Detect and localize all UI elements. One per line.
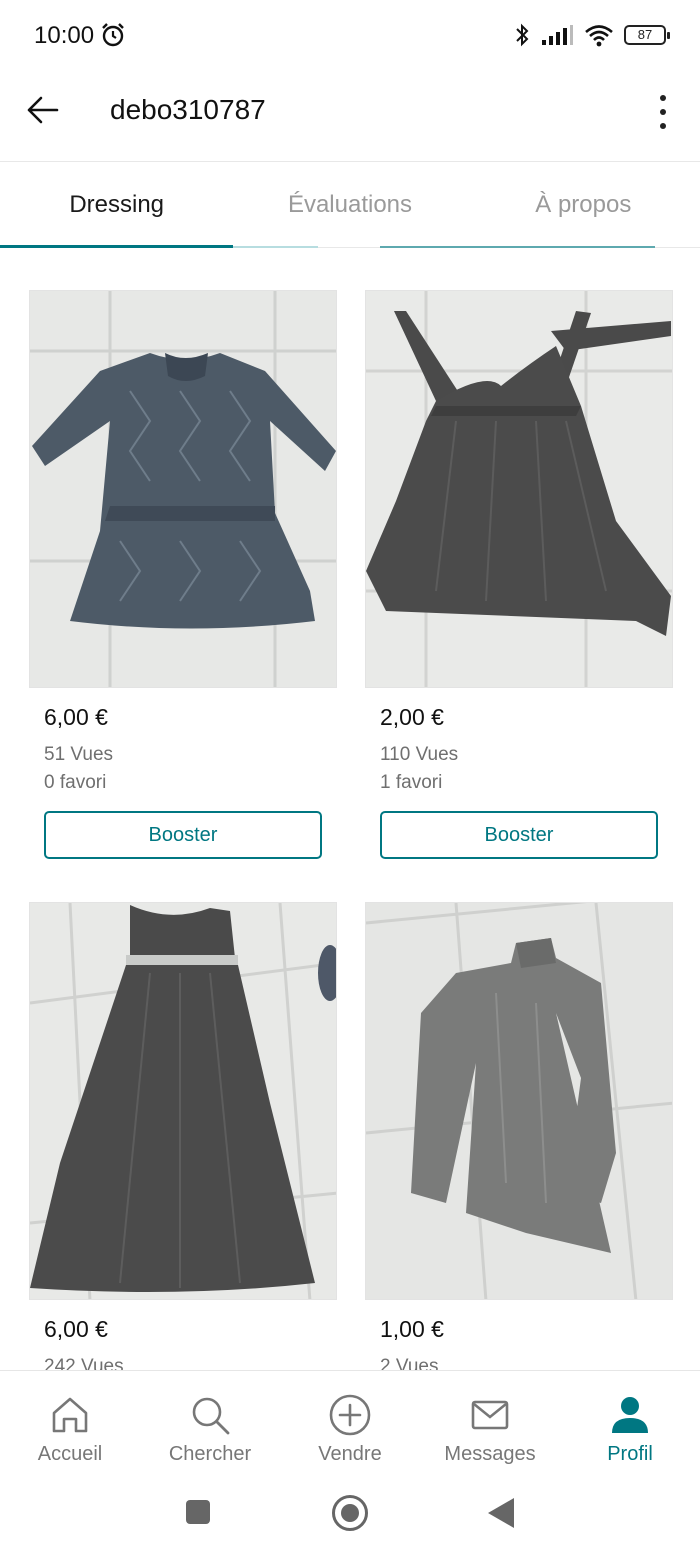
app-header: debo310787 (0, 70, 700, 162)
nav-label: Accueil (37, 1443, 103, 1465)
wifi-icon (585, 25, 613, 47)
nav-label: Profil (607, 1443, 653, 1465)
item-photo[interactable] (365, 290, 673, 688)
alarm-icon (102, 23, 124, 47)
nav-accueil[interactable]: Accueil (0, 1371, 140, 1482)
page-title: debo310787 (110, 94, 266, 125)
signal-icon (542, 25, 573, 45)
system-back-button[interactable] (488, 1498, 514, 1528)
recents-button[interactable] (186, 1500, 210, 1524)
plus-circle-icon (329, 1394, 371, 1436)
item-favorites: 0 favori (44, 772, 107, 793)
item-price: 1,00 € (380, 1316, 444, 1342)
item-views: 2 Vues (380, 1356, 439, 1370)
nav-profil[interactable]: Profil (560, 1371, 700, 1482)
item-views: 110 Vues (380, 744, 459, 765)
battery-indicator: 87 (624, 25, 670, 45)
back-button[interactable] (22, 90, 62, 130)
arrow-left-icon (27, 96, 59, 124)
item-price: 6,00 € (44, 1316, 108, 1342)
item-card[interactable]: 6,00 € 242 Vues (29, 902, 337, 1370)
bottom-navigation: Accueil Chercher Vendre Messages Profil (0, 1370, 700, 1482)
item-views: 51 Vues (44, 744, 114, 765)
booster-button[interactable]: Booster (44, 811, 322, 859)
mail-icon (471, 1400, 509, 1430)
tab-a-propos[interactable]: À propos (467, 162, 700, 247)
status-bar: 10:00 87 (0, 0, 700, 70)
item-favorites: 1 favori (380, 772, 443, 793)
item-photo[interactable] (365, 902, 673, 1300)
item-views: 242 Vues (44, 1356, 124, 1370)
booster-button[interactable]: Booster (380, 811, 658, 859)
more-options-button[interactable] (648, 90, 678, 134)
item-card[interactable]: 1,00 € 2 Vues (365, 902, 673, 1370)
tab-indicator-trail (233, 246, 318, 248)
status-icons: 87 (514, 20, 670, 50)
item-price: 6,00 € (44, 704, 108, 730)
nav-vendre[interactable]: Vendre (280, 1371, 420, 1482)
person-icon (612, 1397, 648, 1433)
bluetooth-icon (516, 23, 529, 47)
item-card[interactable]: 2,00 € 110 Vues 1 favori Booster (365, 290, 673, 859)
nav-label: Messages (444, 1443, 536, 1465)
profile-tabs: Dressing Évaluations À propos (0, 162, 700, 248)
item-price: 2,00 € (380, 704, 444, 730)
status-time: 10:00 (34, 22, 95, 49)
nav-chercher[interactable]: Chercher (140, 1371, 280, 1482)
system-navigation-bar (0, 1482, 700, 1556)
nav-label: Chercher (168, 1443, 252, 1465)
tab-dressing[interactable]: Dressing (0, 162, 233, 247)
tab-evaluations[interactable]: Évaluations (233, 162, 466, 247)
home-icon (52, 1397, 88, 1433)
item-card[interactable]: 6,00 € 51 Vues 0 favori Booster (29, 290, 337, 859)
tab-active-indicator (0, 245, 233, 248)
search-icon (192, 1397, 230, 1435)
home-button[interactable] (332, 1495, 368, 1531)
items-grid: 6,00 € 51 Vues 0 favori Booster 2,00 € 1… (0, 290, 700, 1370)
nav-label: Vendre (318, 1443, 382, 1465)
item-photo[interactable] (29, 902, 337, 1300)
item-photo[interactable] (29, 290, 337, 688)
nav-messages[interactable]: Messages (420, 1371, 560, 1482)
tab-indicator-trail (380, 246, 655, 248)
more-vertical-icon (660, 95, 666, 101)
